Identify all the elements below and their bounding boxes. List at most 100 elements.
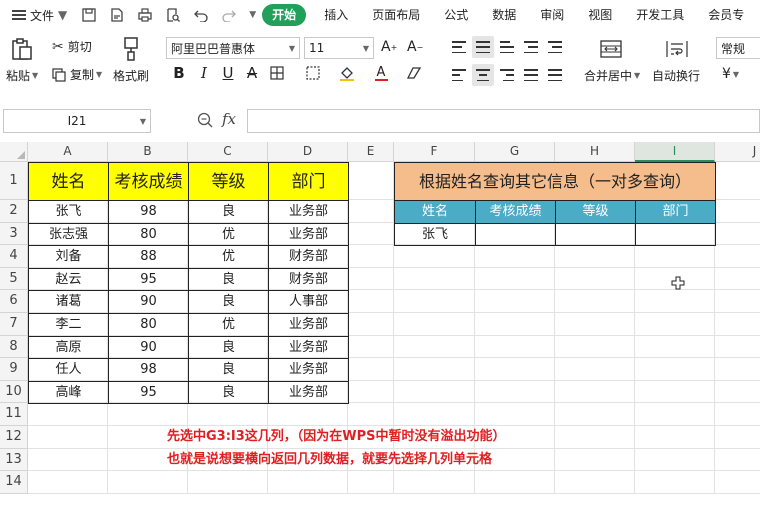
row-header-5[interactable]: 5: [0, 267, 28, 291]
grid-cell[interactable]: [475, 403, 555, 426]
tab-review[interactable]: 审阅: [528, 0, 576, 30]
table1-data-cell[interactable]: 98: [108, 358, 189, 382]
print-preview-icon[interactable]: [165, 7, 181, 23]
quick-access-more-icon[interactable]: ▼: [249, 10, 256, 20]
grid-cell[interactable]: [555, 335, 635, 359]
merge-center-icon[interactable]: [600, 40, 622, 58]
grid-cell[interactable]: [475, 358, 555, 381]
grid-cell[interactable]: [635, 290, 715, 313]
redo-icon[interactable]: [221, 7, 237, 23]
grid-cell[interactable]: [28, 426, 108, 449]
export-pdf-icon[interactable]: [109, 7, 125, 23]
number-format-select[interactable]: 常规: [716, 37, 760, 59]
grid-cell[interactable]: [555, 471, 635, 494]
grid-cell[interactable]: [348, 222, 394, 246]
lookup-name-cell[interactable]: 张飞: [394, 222, 476, 247]
grid-cell[interactable]: [715, 471, 760, 494]
grid-cell[interactable]: [635, 380, 715, 404]
row-header-6[interactable]: 6: [0, 290, 28, 313]
font-size-select[interactable]: 11 ▼: [304, 37, 374, 59]
table1-data-cell[interactable]: 财务部: [268, 267, 349, 292]
grid-cell[interactable]: [394, 471, 475, 494]
grid-cell[interactable]: [555, 267, 635, 291]
align-left-icon[interactable]: [448, 64, 470, 86]
lookup-result-cell[interactable]: [635, 222, 716, 247]
grid-cell[interactable]: [715, 403, 760, 426]
grid-cell[interactable]: [28, 403, 108, 426]
underline-icon[interactable]: U: [219, 64, 237, 82]
table1-data-cell[interactable]: 良: [188, 335, 269, 360]
table1-header-cell[interactable]: 姓名: [28, 162, 109, 201]
grid-cell[interactable]: [394, 245, 475, 268]
grid-cell[interactable]: [635, 245, 715, 268]
lookup-title-cell[interactable]: 根据姓名查询其它信息（一对多查询）: [394, 162, 716, 201]
distributed-icon[interactable]: [544, 64, 566, 86]
row-header-12[interactable]: 12: [0, 426, 28, 449]
table1-header-cell[interactable]: 等级: [188, 162, 269, 201]
table1-header-cell[interactable]: 部门: [268, 162, 349, 201]
grid-cell[interactable]: [475, 245, 555, 268]
grid-cell[interactable]: [394, 267, 475, 291]
grid-cell[interactable]: [555, 358, 635, 381]
grid-cell[interactable]: [394, 290, 475, 313]
table1-data-cell[interactable]: 良: [188, 358, 269, 382]
grid-cell[interactable]: [394, 358, 475, 381]
grid-cell[interactable]: [715, 290, 760, 313]
grid-cell[interactable]: [108, 403, 188, 426]
grid-cell[interactable]: [394, 335, 475, 359]
grid-cell[interactable]: [348, 162, 394, 200]
align-bottom-icon[interactable]: [496, 36, 518, 58]
row-header-4[interactable]: 4: [0, 245, 28, 268]
grid-cell[interactable]: [635, 448, 715, 472]
table1-data-cell[interactable]: 诸葛: [28, 290, 109, 314]
print-icon[interactable]: [137, 7, 153, 23]
table1-data-cell[interactable]: 高原: [28, 335, 109, 360]
table1-data-cell[interactable]: 业务部: [268, 335, 349, 360]
grid-cell[interactable]: [268, 471, 348, 494]
align-top-icon[interactable]: [448, 36, 470, 58]
row-header-7[interactable]: 7: [0, 313, 28, 336]
grid-cell[interactable]: [348, 267, 394, 291]
grid-cell[interactable]: [635, 426, 715, 449]
column-header-b[interactable]: B: [108, 142, 188, 162]
grid-cell[interactable]: [715, 336, 760, 359]
grid-cell[interactable]: [635, 335, 715, 359]
row-header-11[interactable]: 11: [0, 403, 28, 426]
paste-button[interactable]: 粘贴 ▼: [6, 67, 38, 84]
file-menu[interactable]: 文件 ▼: [12, 0, 67, 30]
table1-data-cell[interactable]: 90: [108, 335, 189, 360]
row-header-1[interactable]: 1: [0, 162, 28, 200]
table1-data-cell[interactable]: 90: [108, 290, 189, 314]
column-header-j[interactable]: J: [715, 142, 760, 162]
table1-header-cell[interactable]: 考核成绩: [108, 162, 189, 201]
font-name-select[interactable]: 阿里巴巴普惠体 ▼: [166, 37, 300, 59]
table1-data-cell[interactable]: 李二: [28, 313, 109, 337]
column-header-i[interactable]: I: [635, 142, 715, 162]
paste-icon[interactable]: [10, 36, 36, 62]
insert-function-icon[interactable]: fx: [222, 110, 236, 128]
table1-data-cell[interactable]: 88: [108, 245, 189, 269]
merge-center-button[interactable]: 合并居中 ▼: [584, 67, 640, 84]
grid-cell[interactable]: [475, 267, 555, 291]
table1-data-cell[interactable]: 80: [108, 222, 189, 247]
column-header-g[interactable]: G: [475, 142, 555, 162]
table1-data-cell[interactable]: 业务部: [268, 200, 349, 224]
table1-data-cell[interactable]: 业务部: [268, 222, 349, 247]
row-header-8[interactable]: 8: [0, 335, 28, 359]
increase-font-icon[interactable]: A +: [381, 39, 397, 55]
format-painter-icon[interactable]: [122, 36, 142, 62]
grid-cell[interactable]: [475, 471, 555, 494]
tab-insert[interactable]: 插入: [312, 0, 360, 30]
lookup-header-cell[interactable]: 姓名: [394, 200, 476, 224]
column-header-c[interactable]: C: [188, 142, 268, 162]
grid-cell[interactable]: [348, 313, 394, 336]
grid-cell[interactable]: [555, 245, 635, 268]
undo-icon[interactable]: [193, 7, 209, 23]
table1-data-cell[interactable]: 业务部: [268, 313, 349, 337]
row-header-10[interactable]: 10: [0, 380, 28, 404]
table1-data-cell[interactable]: 良: [188, 290, 269, 314]
table1-data-cell[interactable]: 98: [108, 200, 189, 224]
grid-cell[interactable]: [715, 313, 760, 336]
tab-data[interactable]: 数据: [480, 0, 528, 30]
zoom-search-icon[interactable]: [196, 111, 214, 129]
